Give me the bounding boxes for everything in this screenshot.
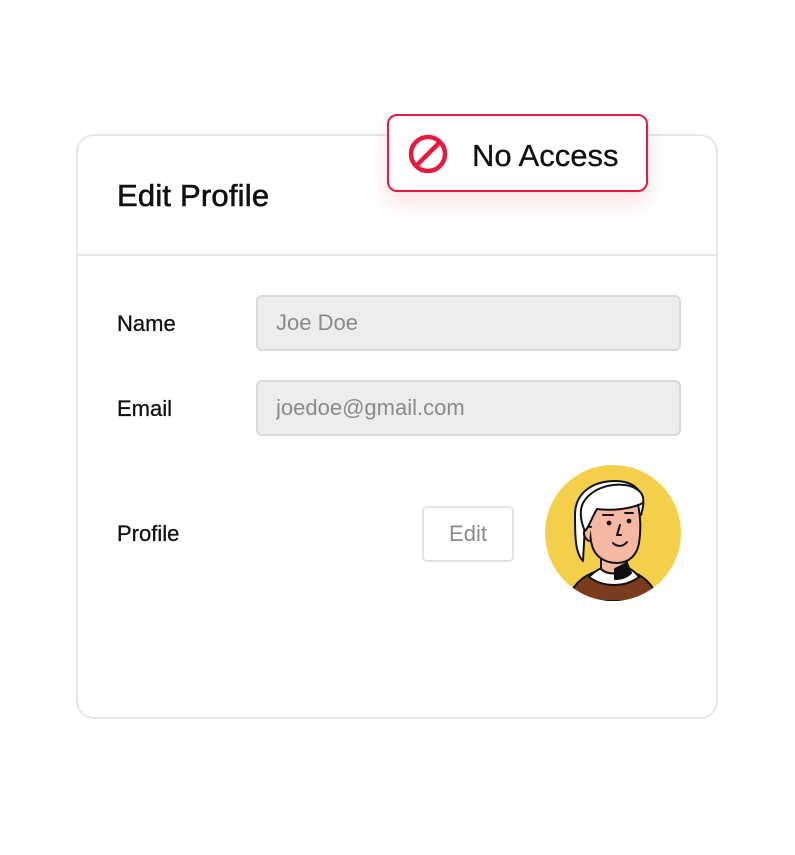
name-field[interactable] [256,295,681,351]
no-access-label: No Access [472,138,619,173]
email-label: Email [117,396,173,421]
no-access-badge: No Access [387,114,648,192]
edit-profile-card: Edit Profile Name Email Profile Edit [76,134,718,719]
email-field[interactable] [256,380,681,436]
page-title: Edit Profile [117,178,270,214]
user-avatar[interactable] [545,465,681,601]
profile-label: Profile [117,521,180,546]
name-label: Name [117,311,176,336]
no-access-icon [408,134,448,174]
edit-profile-button[interactable]: Edit [422,506,514,562]
